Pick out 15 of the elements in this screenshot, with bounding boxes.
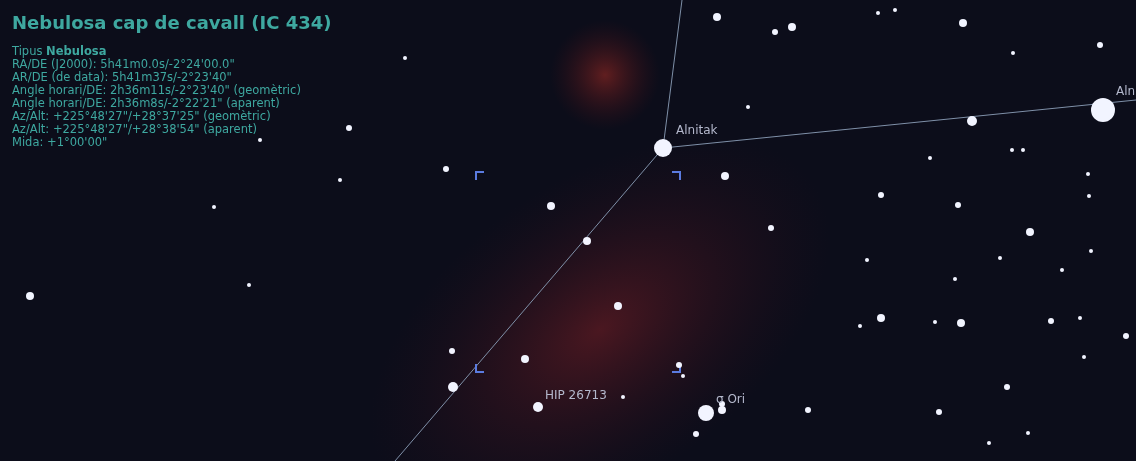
object-info-line: Tipus Nebulosa (12, 45, 108, 58)
object-title: Nebulosa cap de cavall (IC 434) (12, 12, 332, 33)
object-info-line: AR/DE (de data): 5h41m37s/-2°23'40" (12, 71, 233, 84)
selection-marker (671, 171, 681, 181)
star-label: HIP 26713 (545, 388, 607, 402)
star-label: Alni (1116, 84, 1136, 98)
object-info-line: Mida: +1°00'00" (12, 136, 109, 149)
object-info-line: Az/Alt: +225°48'27"/+28°38'54" (aparent) (12, 123, 257, 136)
star-label: Alnitak (676, 123, 718, 137)
object-info-line: Angle horari/DE: 2h36m8s/-2°22'21" (aparent) (12, 97, 280, 110)
object-info-line: Angle horari/DE: 2h36m11s/-2°23'40" (geomètric) (12, 84, 302, 97)
object-info-line: RA/DE (J2000): 5h41m0.0s/-2°24'00.0" (12, 58, 236, 71)
object-info-line: Az/Alt: +225°48'27"/+28°37'25" (geomètric) (12, 110, 271, 123)
selection-marker (475, 171, 485, 181)
selection-marker (475, 363, 485, 373)
